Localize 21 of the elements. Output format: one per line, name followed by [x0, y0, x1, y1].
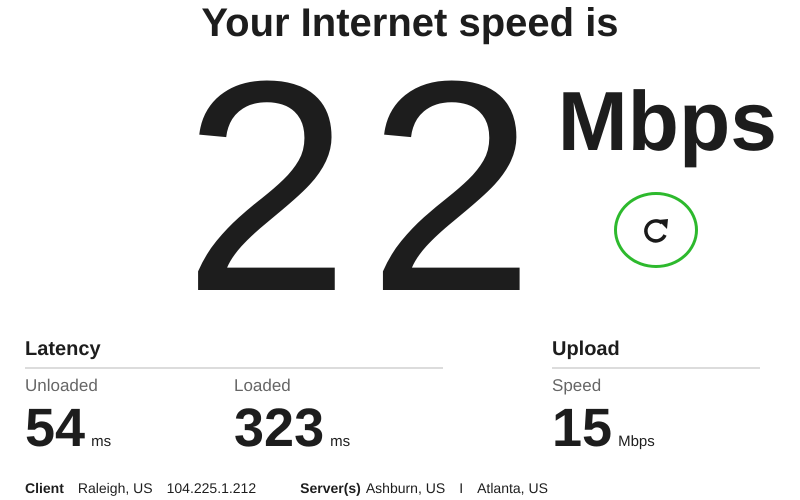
server-location: Atlanta, US: [477, 479, 548, 497]
download-speed-unit: Mbps: [558, 73, 778, 170]
client-location: Raleigh, US: [78, 479, 153, 497]
metric-label: Speed: [552, 376, 602, 396]
section-heading: Upload: [552, 338, 760, 369]
client-label: Client: [25, 479, 64, 497]
metric-value: 15: [552, 403, 612, 453]
server-separator: I: [459, 479, 464, 497]
client-ip: 104.225.1.212: [166, 479, 256, 497]
section-heading: Latency: [25, 338, 443, 369]
download-speed-value: 22: [183, 71, 553, 301]
metric-label: Loaded: [234, 376, 292, 396]
metric-label: Unloaded: [25, 376, 99, 396]
speed-title: Your Internet speed is: [200, 0, 620, 46]
metric-value: 54: [25, 403, 86, 453]
server-label: Server(s): [300, 479, 361, 497]
metric-unit: Mbps: [618, 433, 655, 450]
metric-unit: ms: [330, 433, 350, 450]
server-location: Ashburn, US: [366, 479, 446, 497]
metric-value: 323: [234, 403, 324, 453]
metric-unit: ms: [91, 433, 112, 450]
